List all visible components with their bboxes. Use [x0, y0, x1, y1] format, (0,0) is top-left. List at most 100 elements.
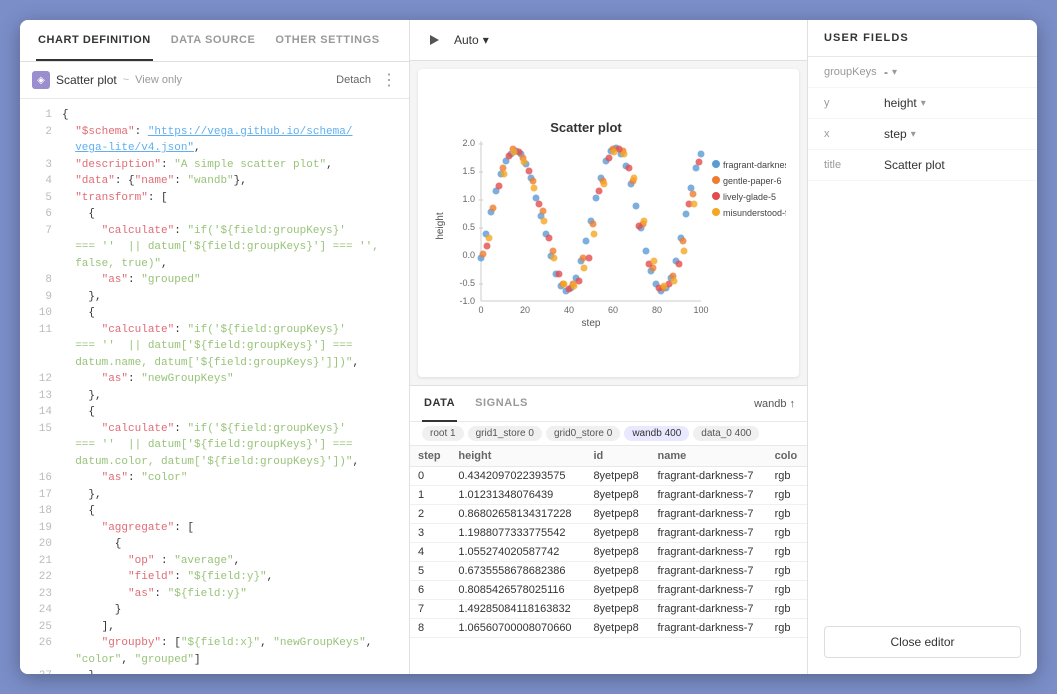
code-line: 20 {	[20, 536, 409, 553]
code-line: 14 {	[20, 404, 409, 421]
code-line: vega-lite/v4.json",	[20, 140, 409, 157]
field-label: title	[824, 159, 884, 171]
table-row: 81.065607000080706608yetpep8fragrant-dar…	[410, 619, 807, 638]
table-row: 31.19880773337755428yetpep8fragrant-dark…	[410, 524, 807, 543]
field-value[interactable]: height ▾	[884, 96, 926, 110]
table-row: 41.0552740205877428yetpep8fragrant-darkn…	[410, 543, 807, 562]
tab-signals[interactable]: SIGNALS	[473, 386, 530, 422]
table-row: 11.012313480764398yetpep8fragrant-darkne…	[410, 486, 807, 505]
svg-text:0.0: 0.0	[462, 250, 475, 260]
auto-dropdown[interactable]: Auto ▾	[454, 33, 489, 47]
field-label: groupKeys	[824, 66, 884, 78]
field-row: xstep ▾	[808, 119, 1037, 150]
svg-text:height: height	[435, 212, 446, 239]
code-line: 24 }	[20, 602, 409, 619]
svg-text:fragrant-darkness-7: fragrant-darkness-7	[723, 160, 786, 170]
tab-data-source[interactable]: DATA SOURCE	[169, 20, 258, 61]
table-row: 60.80854265780251168yetpep8fragrant-dark…	[410, 581, 807, 600]
source-data0[interactable]: data_0 400	[693, 426, 759, 441]
code-line: 7 "calculate": "if('${field:groupKeys}'	[20, 223, 409, 240]
code-line: === '' || datum['${field:groupKeys}'] ==…	[20, 338, 409, 355]
code-line: 22 "field": "${field:y}",	[20, 569, 409, 586]
code-line: 5 "transform": [	[20, 190, 409, 207]
middle-panel: Auto ▾ Scatter plot 2.0 1.5 1.0 0.5 0.	[410, 20, 807, 674]
field-row: groupKeys- ▾	[808, 57, 1037, 88]
scatter-chart: Scatter plot 2.0 1.5 1.0 0.5 0.0 -0.5 -1…	[431, 116, 786, 331]
code-line: datum.name, datum['${field:groupKeys}']]…	[20, 355, 409, 372]
svg-text:80: 80	[652, 305, 662, 315]
tab-data[interactable]: DATA	[422, 386, 457, 422]
chart-area: Scatter plot 2.0 1.5 1.0 0.5 0.0 -0.5 -1…	[418, 69, 799, 377]
svg-text:1.5: 1.5	[462, 166, 475, 176]
col-color: colo	[767, 446, 807, 467]
dropdown-arrow-icon: ▾	[921, 98, 926, 109]
code-line: 1{	[20, 107, 409, 124]
field-value[interactable]: - ▾	[884, 65, 897, 79]
chart-title: Scatter plot	[56, 73, 117, 87]
field-label: y	[824, 97, 884, 109]
code-line: false, true)",	[20, 256, 409, 273]
tab-other-settings[interactable]: OTHER SETTINGS	[273, 20, 381, 61]
field-rows: groupKeys- ▾yheight ▾xstep ▾titleScatter…	[808, 57, 1037, 181]
svg-text:gentle-paper-6: gentle-paper-6	[723, 176, 782, 186]
svg-text:40: 40	[564, 305, 574, 315]
code-line: === '' || datum['${field:groupKeys}'] ==…	[20, 437, 409, 454]
field-value: Scatter plot	[884, 158, 945, 172]
dropdown-arrow-icon: ▾	[892, 67, 897, 78]
code-editor[interactable]: 1{ 2 "$schema": "https://vega.github.io/…	[20, 99, 409, 674]
chart-header-left: ◈ Scatter plot ~ View only	[32, 71, 182, 89]
detach-button[interactable]: Detach	[336, 74, 371, 86]
code-line: "color", "grouped"]	[20, 652, 409, 669]
chart-header-right: Detach ⋮	[336, 70, 397, 90]
svg-text:misunderstood-fire-4: misunderstood-fire-4	[723, 208, 786, 218]
code-line: === '' || datum['${field:groupKeys}'] ==…	[20, 239, 409, 256]
code-line: 10 {	[20, 305, 409, 322]
code-line: 3 "description": "A simple scatter plot"…	[20, 157, 409, 174]
svg-text:1.0: 1.0	[462, 194, 475, 204]
svg-text:-1.0: -1.0	[459, 296, 475, 306]
svg-text:-0.5: -0.5	[459, 278, 475, 288]
source-wandb[interactable]: wandb 400	[624, 426, 689, 441]
close-editor-button[interactable]: Close editor	[824, 626, 1021, 658]
source-grid1[interactable]: grid1_store 0	[468, 426, 542, 441]
chart-icon: ◈	[32, 71, 50, 89]
code-line: 19 "aggregate": [	[20, 520, 409, 537]
field-row: titleScatter plot	[808, 150, 1037, 181]
tab-chart-definition[interactable]: CHART DEFINITION	[36, 20, 153, 61]
code-line: 11 "calculate": "if('${field:groupKeys}'	[20, 322, 409, 339]
data-tabs: DATA SIGNALS wandb ↑	[410, 386, 807, 422]
field-value[interactable]: step ▾	[884, 127, 916, 141]
left-panel: CHART DEFINITION DATA SOURCE OTHER SETTI…	[20, 20, 410, 674]
code-line: 15 "calculate": "if('${field:groupKeys}'	[20, 421, 409, 438]
svg-text:0.5: 0.5	[462, 222, 475, 232]
svg-text:20: 20	[520, 305, 530, 315]
code-line: 4 "data": {"name": "wandb"},	[20, 173, 409, 190]
field-label: x	[824, 128, 884, 140]
app-container: CHART DEFINITION DATA SOURCE OTHER SETTI…	[20, 20, 1037, 674]
auto-label: Auto	[454, 33, 479, 47]
svg-text:lively-glade-5: lively-glade-5	[723, 192, 776, 202]
svg-text:100: 100	[693, 305, 708, 315]
source-grid0[interactable]: grid0_store 0	[546, 426, 620, 441]
code-line: 26 "groupby": ["${field:x}", "newGroupKe…	[20, 635, 409, 652]
data-sources: root 1 grid1_store 0 grid0_store 0 wandb…	[410, 422, 807, 446]
chart-header: ◈ Scatter plot ~ View only Detach ⋮	[20, 62, 409, 99]
code-line: 2 "$schema": "https://vega.github.io/sch…	[20, 124, 409, 141]
table-row: 71.492850841181638328yetpep8fragrant-dar…	[410, 600, 807, 619]
left-tabs: CHART DEFINITION DATA SOURCE OTHER SETTI…	[20, 20, 409, 62]
table-row: 00.43420970223935758yetpep8fragrant-dark…	[410, 467, 807, 486]
code-line: 6 {	[20, 206, 409, 223]
code-line: 9 },	[20, 289, 409, 306]
code-line: 23 "as": "${field:y}"	[20, 586, 409, 603]
code-line: 25 ],	[20, 619, 409, 636]
svg-text:2.0: 2.0	[462, 138, 475, 148]
svg-text:0: 0	[478, 305, 483, 315]
code-line: 16 "as": "color"	[20, 470, 409, 487]
view-only-label[interactable]: View only	[135, 74, 182, 86]
play-button[interactable]	[422, 28, 446, 52]
col-height: height	[450, 446, 585, 467]
data-table[interactable]: step height id name colo 00.434209702239…	[410, 446, 807, 674]
col-name: name	[649, 446, 766, 467]
more-options-icon[interactable]: ⋮	[381, 70, 397, 90]
source-root[interactable]: root 1	[422, 426, 464, 441]
